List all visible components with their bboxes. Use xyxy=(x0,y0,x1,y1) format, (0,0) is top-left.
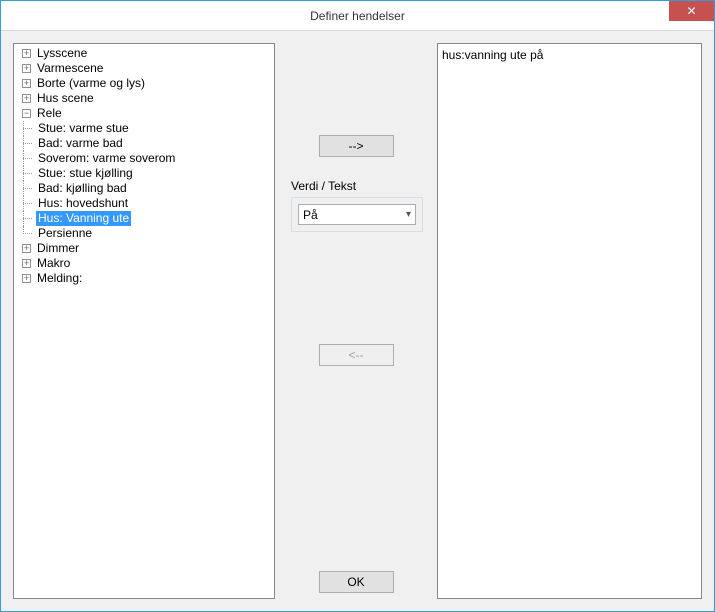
tree-child-item[interactable]: Soverom: varme soverom xyxy=(36,151,274,166)
tree-item-label: Rele xyxy=(35,106,64,121)
tree-child-label: Bad: kjølling bad xyxy=(36,181,129,196)
tree[interactable]: + Lysscene + Varmescene + Borte (varme og lys… xyxy=(14,46,274,286)
tree-item[interactable]: + Borte (varme og lys) xyxy=(14,76,274,91)
close-icon: ✕ xyxy=(686,5,696,17)
tree-child-item[interactable]: Stue: stue kjølling xyxy=(36,166,274,181)
tree-child-item[interactable]: Stue: varme stue xyxy=(36,121,274,136)
tree-item[interactable]: −Rele xyxy=(14,106,274,121)
close-button[interactable]: ✕ xyxy=(669,1,714,21)
tree-child-item[interactable]: Persienne xyxy=(36,226,274,241)
dialog-content: + Lysscene + Varmescene + Borte (varme og lys… xyxy=(1,31,714,611)
tree-item[interactable]: + Dimmer xyxy=(14,241,274,256)
tree-item[interactable]: + Varmescene xyxy=(14,61,274,76)
tree-child-label: Hus: hovedshunt xyxy=(36,196,130,211)
tree-child-label: Soverom: varme soverom xyxy=(36,151,177,166)
ok-button[interactable]: OK xyxy=(319,571,394,593)
ok-label: OK xyxy=(347,575,364,589)
tree-item-label: Melding: xyxy=(35,271,84,286)
expand-icon[interactable]: + xyxy=(22,259,31,268)
tree-child-item[interactable]: Hus: hovedshunt xyxy=(36,196,274,211)
window-title: Definer hendelser xyxy=(310,9,405,23)
tree-item-label: Dimmer xyxy=(35,241,81,256)
tree-child-label: Stue: varme stue xyxy=(36,121,131,136)
tree-item[interactable]: + Makro xyxy=(14,256,274,271)
tree-item-label: Varmescene xyxy=(35,61,105,76)
tree-item[interactable]: + Melding: xyxy=(14,271,274,286)
chevron-down-icon: ▾ xyxy=(406,209,411,220)
expand-icon[interactable]: + xyxy=(22,244,31,253)
tree-item-label: Borte (varme og lys) xyxy=(35,76,147,91)
expand-icon[interactable]: + xyxy=(22,94,31,103)
tree-child-item[interactable]: Hus: Vanning ute xyxy=(36,211,274,226)
select-value: På xyxy=(303,208,318,222)
tree-item-label: Hus scene xyxy=(35,91,96,106)
value-label: Verdi / Tekst xyxy=(291,179,356,193)
tree-panel: + Lysscene + Varmescene + Borte (varme og lys… xyxy=(13,43,275,599)
tree-item-label: Makro xyxy=(35,256,72,271)
expand-icon[interactable]: + xyxy=(22,49,31,58)
tree-child-label: Hus: Vanning ute xyxy=(36,211,131,226)
tree-child-label: Bad: varme bad xyxy=(36,136,125,151)
tree-child-label: Stue: stue kjølling xyxy=(36,166,135,181)
result-panel[interactable]: hus:vanning ute på xyxy=(437,43,702,599)
tree-item[interactable]: + Hus scene xyxy=(14,91,274,106)
dialog-window: Definer hendelser ✕ + Lysscene + Varmescene… xyxy=(0,0,715,612)
middle-controls: --> Verdi / Tekst På ▾ <-- OK xyxy=(285,43,427,599)
result-item[interactable]: hus:vanning ute på xyxy=(442,46,697,63)
tree-item[interactable]: + Lysscene xyxy=(14,46,274,61)
value-fieldset: På ▾ xyxy=(291,197,423,232)
expand-icon[interactable]: + xyxy=(22,79,31,88)
ok-row: OK xyxy=(319,571,394,599)
arrow-right-icon: --> xyxy=(349,139,364,153)
expand-icon[interactable]: + xyxy=(22,64,31,73)
collapse-icon[interactable]: − xyxy=(22,109,31,118)
tree-item-label: Lysscene xyxy=(35,46,89,61)
arrow-left-icon: <-- xyxy=(349,348,364,362)
add-button[interactable]: --> xyxy=(319,135,394,157)
tree-child-label: Persienne xyxy=(36,226,94,241)
tree-child-item[interactable]: Bad: kjølling bad xyxy=(36,181,274,196)
value-select[interactable]: På ▾ xyxy=(298,204,416,225)
remove-button[interactable]: <-- xyxy=(319,344,394,366)
titlebar: Definer hendelser ✕ xyxy=(1,1,714,31)
expand-icon[interactable]: + xyxy=(22,274,31,283)
tree-child-item[interactable]: Bad: varme bad xyxy=(36,136,274,151)
